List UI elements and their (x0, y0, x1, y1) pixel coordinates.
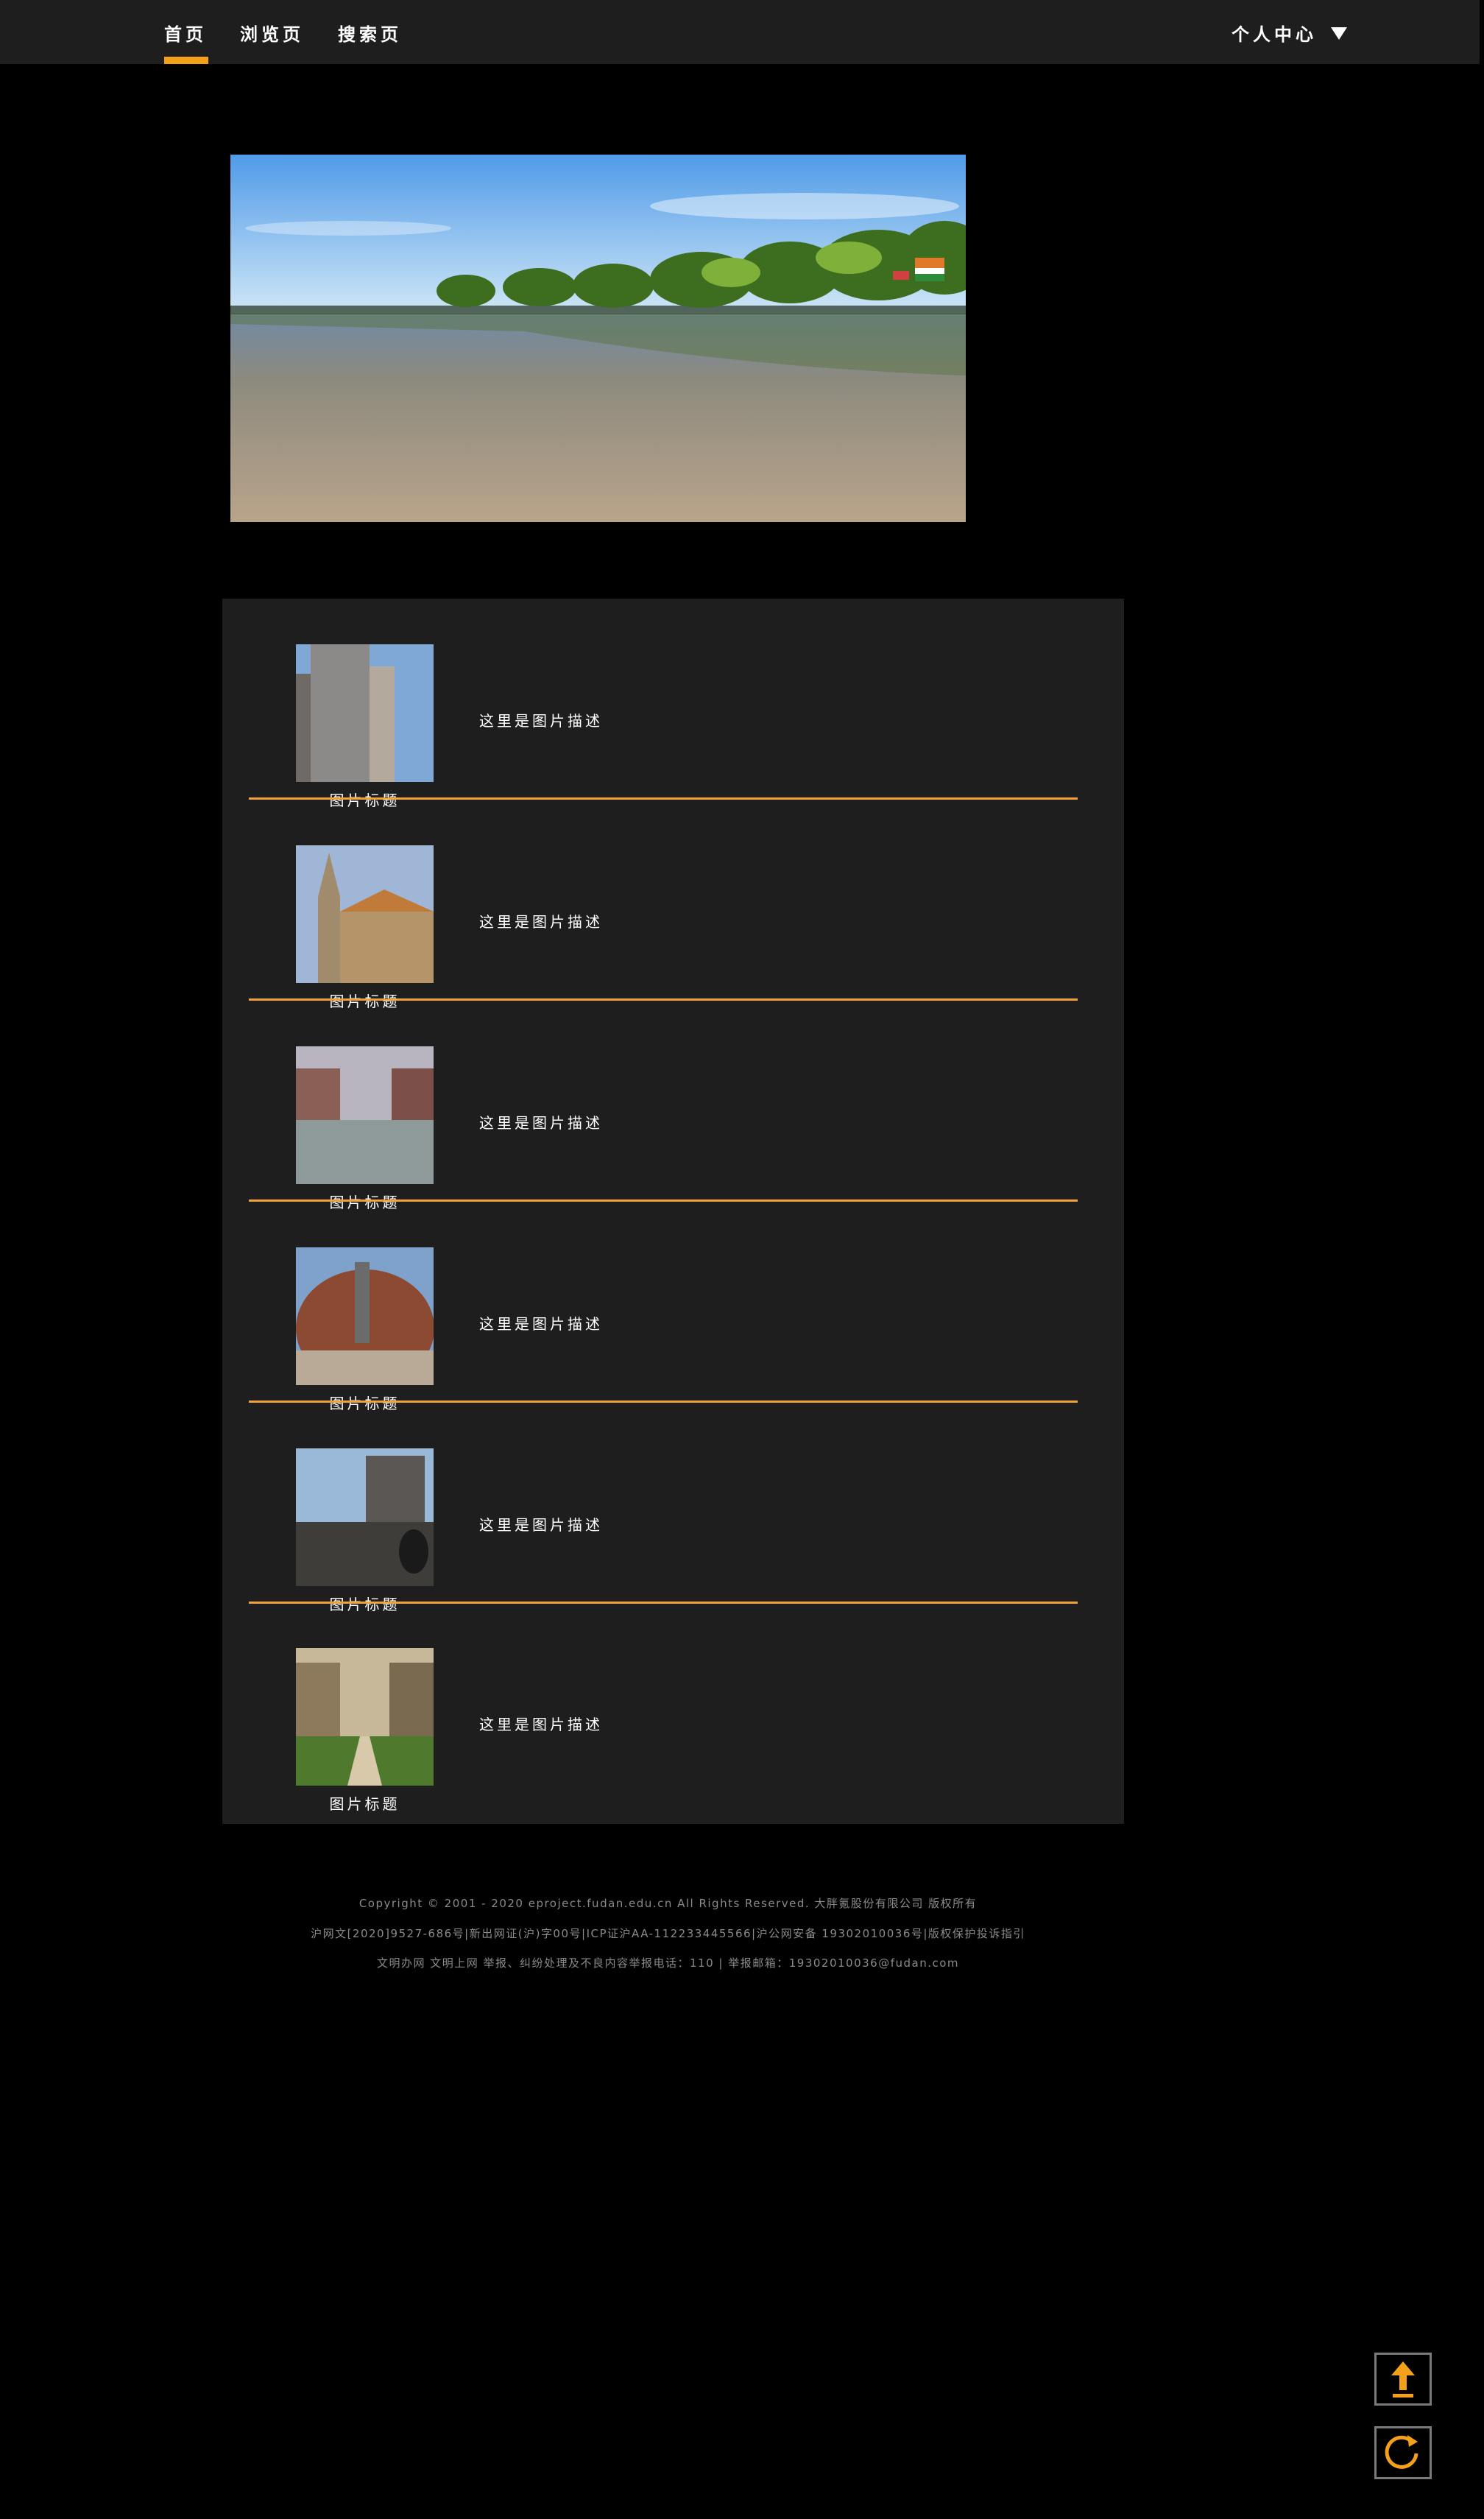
list-item[interactable]: 图片标题 这里是图片描述 (249, 599, 1078, 809)
refresh-icon (1385, 2435, 1418, 2469)
list-item[interactable]: 图片标题 这里是图片描述 (249, 1403, 1078, 1613)
list-item[interactable]: 图片标题 这里是图片描述 (249, 1202, 1078, 1412)
footer-copyright: Copyright © 2001 - 2020 eproject.fudan.e… (358, 1897, 978, 1910)
image-description: 这里是图片描述 (479, 913, 603, 931)
thumbnail-image[interactable] (296, 644, 434, 782)
thumbnail-image[interactable] (296, 1448, 434, 1586)
refresh-button[interactable] (1374, 2426, 1432, 2479)
nav-search[interactable]: 搜索页 (338, 0, 402, 64)
image-description: 这里是图片描述 (479, 1315, 603, 1333)
back-to-top-button[interactable] (1374, 2353, 1432, 2406)
thumbnail-image[interactable] (296, 1648, 434, 1786)
image-description: 这里是图片描述 (479, 712, 603, 730)
list-item[interactable]: 图片标题 这里是图片描述 (249, 1001, 1078, 1211)
nav-browse[interactable]: 浏览页 (240, 0, 304, 64)
image-description: 这里是图片描述 (479, 1716, 603, 1733)
arrow-up-icon (1391, 2361, 1415, 2398)
top-nav: 首页 浏览页 搜索页 个人中心 (0, 0, 1480, 64)
image-description: 这里是图片描述 (479, 1516, 603, 1534)
list-item[interactable]: 图片标题 这里是图片描述 (249, 800, 1078, 1010)
footer-contact: 文明办网 文明上网 举报、纠纷处理及不良内容举报电话：110 | 举报邮箱：19… (376, 1956, 960, 1970)
thumbnail-image[interactable] (296, 1247, 434, 1385)
user-center-menu[interactable]: 个人中心 (1232, 0, 1317, 64)
image-list-panel: 图片标题 这里是图片描述 图片标题 这里是图片描述 图片标题 这里是图片描述 图… (222, 599, 1124, 1824)
hero-image (230, 155, 966, 522)
list-item[interactable]: 图片标题 这里是图片描述 (249, 1602, 1078, 1813)
image-description: 这里是图片描述 (479, 1114, 603, 1132)
footer-license: 沪网文[2020]9527-686号|新出网证(沪)字00号|ICP证沪AA-1… (311, 1927, 1025, 1940)
nav-home[interactable]: 首页 (164, 0, 208, 64)
thumbnail-image[interactable] (296, 1046, 434, 1184)
image-title: 图片标题 (329, 1795, 400, 1813)
caret-down-icon[interactable] (1331, 27, 1347, 40)
thumbnail-image[interactable] (296, 845, 434, 983)
